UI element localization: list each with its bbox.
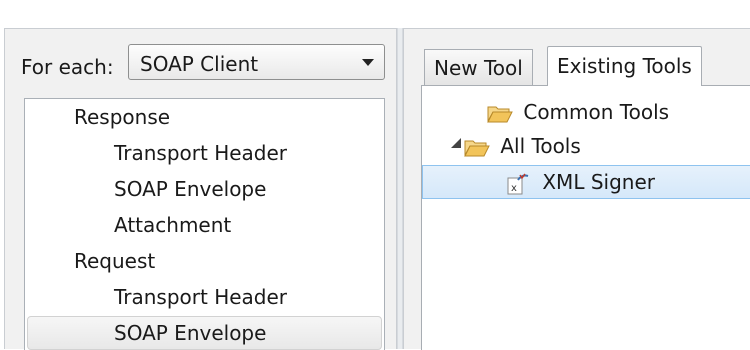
tree-item-response-attachment[interactable]: Attachment xyxy=(114,210,231,240)
dropdown-value: SOAP Client xyxy=(140,52,259,76)
for-each-dropdown[interactable]: SOAP Client xyxy=(128,44,385,80)
message-tree: Response Transport Header SOAP Envelope … xyxy=(24,98,385,350)
left-panel: For each: SOAP Client Response Transport… xyxy=(4,28,397,350)
xml-signer-icon: x xyxy=(507,173,529,194)
tree-item-response-transport-header[interactable]: Transport Header xyxy=(114,138,287,168)
existing-tools-tree: Common Tools All Tools x XML Signer xyxy=(421,85,750,350)
tree-item-response[interactable]: Response xyxy=(74,102,170,132)
tab-new-tool[interactable]: New Tool xyxy=(424,49,533,86)
tree-item-response-soap-envelope[interactable]: SOAP Envelope xyxy=(114,174,266,204)
tree-item-common-tools[interactable]: Common Tools xyxy=(487,97,669,127)
svg-text:x: x xyxy=(511,183,517,194)
for-each-label: For each: xyxy=(21,55,114,79)
tree-item-request-soap-envelope[interactable]: SOAP Envelope xyxy=(27,316,382,350)
tree-item-xml-signer[interactable]: x XML Signer xyxy=(422,165,750,199)
tab-existing-tools[interactable]: Existing Tools xyxy=(547,46,702,86)
dropdown-arrow-icon[interactable] xyxy=(362,59,374,66)
tree-item-all-tools[interactable]: All Tools xyxy=(464,131,581,161)
folder-icon xyxy=(464,140,490,157)
right-panel: New Tool Existing Tools Common Tools All… xyxy=(403,28,750,350)
expand-triangle-icon[interactable] xyxy=(451,138,461,148)
tree-item-request-transport-header[interactable]: Transport Header xyxy=(114,282,287,312)
folder-icon xyxy=(487,106,513,123)
tree-item-request[interactable]: Request xyxy=(74,246,155,276)
